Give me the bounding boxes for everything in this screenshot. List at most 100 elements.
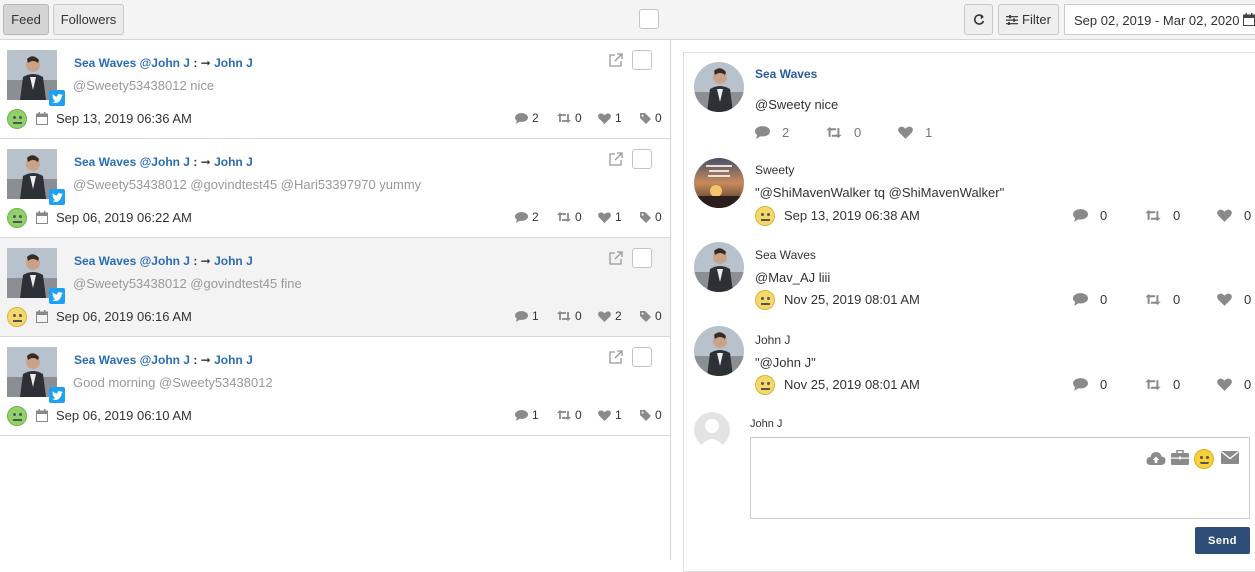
date-range-picker[interactable]: Sep 02, 2019 - Mar 02, 2020 (1064, 4, 1255, 35)
retweet-count[interactable]: 0 (1145, 208, 1180, 223)
envelope-icon[interactable] (1221, 451, 1239, 464)
reply-text: @Mav_AJ liii (755, 270, 831, 285)
header-separator: : (193, 56, 198, 70)
post-date: Sep 13, 2019 06:36 AM (56, 111, 192, 126)
upload-cloud-icon[interactable] (1146, 450, 1166, 466)
sentiment-positive-icon (7, 208, 27, 228)
post-select-checkbox[interactable] (632, 149, 652, 169)
comment-count[interactable]: 0 (1073, 208, 1107, 223)
comment-icon (515, 112, 528, 124)
comment-count[interactable]: 1 (515, 408, 539, 422)
calendar-icon (36, 310, 48, 323)
post-text: @Sweety53438012 @govindtest45 @Hari53397… (73, 177, 422, 192)
like-count[interactable]: 2 (598, 309, 622, 323)
twitter-badge-icon (49, 189, 65, 205)
like-count[interactable]: 1 (598, 408, 622, 422)
retweet-count[interactable]: 0 (557, 210, 582, 224)
comment-count[interactable]: 1 (515, 309, 539, 323)
post-select-checkbox[interactable] (632, 50, 652, 70)
retweet-count[interactable]: 0 (826, 125, 861, 140)
like-count[interactable]: 1 (898, 125, 932, 140)
heart-icon (1217, 209, 1232, 222)
avatar (694, 326, 744, 376)
comment-count[interactable]: 2 (515, 111, 539, 125)
tag-icon (640, 112, 651, 124)
recipient-name[interactable]: John J (214, 353, 253, 367)
post-select-checkbox[interactable] (632, 248, 652, 268)
like-count[interactable]: 0 (1217, 292, 1251, 307)
refresh-button[interactable] (964, 4, 993, 35)
heart-icon (598, 211, 611, 223)
post-select-checkbox[interactable] (632, 347, 652, 367)
tag-count[interactable]: 0 (640, 408, 662, 422)
tab-feed[interactable]: Feed (3, 4, 49, 35)
post-meta: Sep 06, 2019 06:22 AM 2 0 1 0 (7, 208, 667, 228)
comment-count[interactable]: 0 (1073, 292, 1107, 307)
account-name[interactable]: Sea Waves (74, 155, 136, 169)
comment-count[interactable]: 2 (515, 210, 539, 224)
tag-count[interactable]: 0 (640, 309, 662, 323)
comment-count[interactable]: 2 (755, 125, 789, 140)
author-name[interactable]: John J (755, 333, 790, 347)
account-name[interactable]: Sea Waves (74, 56, 136, 70)
retweet-icon (557, 410, 571, 420)
reply-textarea[interactable] (750, 437, 1250, 519)
retweet-count[interactable]: 0 (1145, 292, 1180, 307)
author-name[interactable]: Sea Waves (755, 248, 816, 262)
toolbar: Feed Followers Filter Sep 02, 2019 - Mar… (0, 0, 1255, 40)
external-link-icon[interactable] (609, 152, 623, 166)
recipient-name[interactable]: John J (214, 254, 253, 268)
heart-icon (1217, 293, 1232, 306)
filter-button[interactable]: Filter (998, 4, 1059, 35)
retweet-count[interactable]: 0 (1145, 377, 1180, 392)
post-meta: Sep 13, 2019 06:36 AM 2 0 1 0 (7, 109, 667, 129)
calendar-icon (36, 211, 48, 224)
account-name[interactable]: Sea Waves (74, 353, 136, 367)
recipient-name[interactable]: John J (214, 155, 253, 169)
feed-post[interactable]: Sea Waves @John J : ➞ John J @Sweety5343… (0, 40, 670, 139)
author-handle[interactable]: @John J (140, 353, 190, 367)
tag-icon (640, 409, 651, 421)
sentiment-neutral-icon (7, 307, 27, 327)
like-count[interactable]: 0 (1217, 208, 1251, 223)
tag-count[interactable]: 0 (640, 111, 662, 125)
like-count[interactable]: 1 (598, 210, 622, 224)
author-handle[interactable]: @John J (140, 254, 190, 268)
like-count[interactable]: 0 (1217, 377, 1251, 392)
comment-icon (515, 310, 528, 322)
emoji-picker-icon[interactable] (1194, 449, 1214, 469)
post-date: Sep 06, 2019 06:16 AM (56, 309, 192, 324)
feed-post[interactable]: Sea Waves @John J : ➞ John J Good mornin… (0, 337, 670, 436)
briefcase-icon[interactable] (1171, 450, 1189, 465)
author-handle[interactable]: @John J (140, 155, 190, 169)
external-link-icon[interactable] (609, 251, 623, 265)
feed-post[interactable]: Sea Waves @John J : ➞ John J @Sweety5343… (0, 238, 670, 337)
post-header: Sea Waves @John J : ➞ John J (74, 56, 253, 70)
retweet-icon (557, 311, 571, 321)
send-button[interactable]: Send (1195, 527, 1250, 554)
twitter-badge-icon (49, 288, 65, 304)
comment-icon (515, 211, 528, 223)
external-link-icon[interactable] (609, 53, 623, 67)
author-handle[interactable]: @John J (140, 56, 190, 70)
refresh-icon (973, 13, 984, 25)
retweet-count[interactable]: 0 (557, 408, 582, 422)
select-all-checkbox[interactable] (639, 9, 659, 29)
retweet-icon (1145, 294, 1161, 305)
comment-count[interactable]: 0 (1073, 377, 1107, 392)
feed-post[interactable]: Sea Waves @John J : ➞ John J @Sweety5343… (0, 139, 670, 238)
arrow-right-icon: ➞ (200, 56, 211, 70)
external-link-icon[interactable] (609, 350, 623, 364)
like-count[interactable]: 1 (598, 111, 622, 125)
author-name[interactable]: Sweety (755, 163, 794, 177)
tab-followers[interactable]: Followers (53, 4, 124, 35)
date-range-value: Sep 02, 2019 - Mar 02, 2020 (1074, 13, 1240, 28)
retweet-count[interactable]: 0 (557, 309, 582, 323)
retweet-count[interactable]: 0 (557, 111, 582, 125)
post-meta: Sep 06, 2019 06:16 AM 1 0 2 0 (7, 307, 667, 327)
tag-count[interactable]: 0 (640, 210, 662, 224)
author-name[interactable]: Sea Waves (755, 67, 817, 81)
recipient-name[interactable]: John J (214, 56, 253, 70)
account-name[interactable]: Sea Waves (74, 254, 136, 268)
reply-meta: Sep 13, 2019 06:38 AM 0 0 0 (755, 206, 1255, 226)
